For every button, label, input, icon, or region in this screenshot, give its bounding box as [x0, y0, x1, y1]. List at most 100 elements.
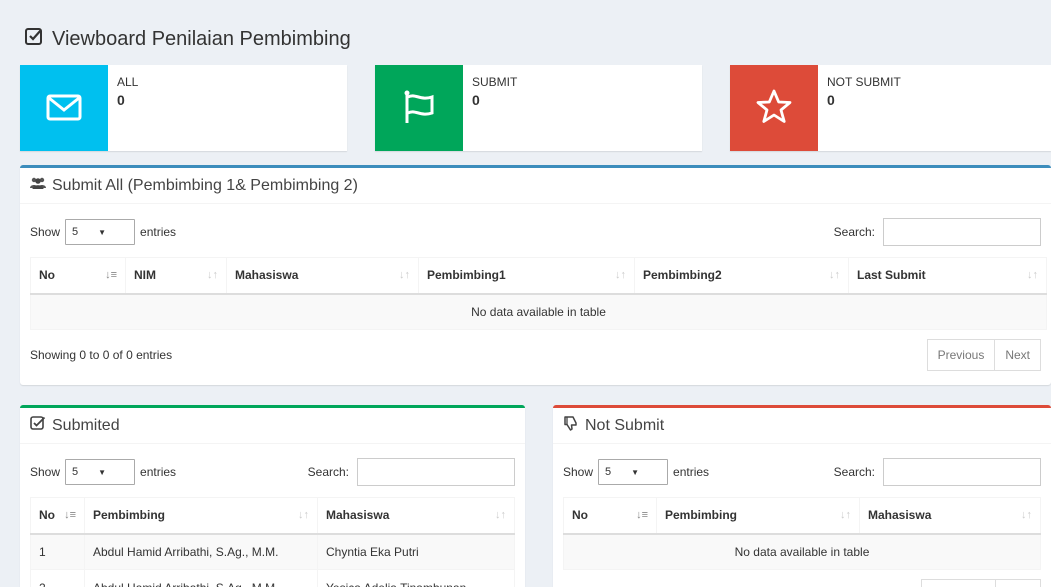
search-control: Search:: [308, 458, 515, 486]
sort-asc-icon: ↓≡: [64, 509, 76, 521]
sort-asc-icon: ↓≡: [105, 269, 117, 281]
column-header-nim[interactable]: NIM ↓↑: [125, 257, 227, 295]
sort-icon: ↓↑: [207, 269, 218, 281]
table-header-row: No ↓≡ Pembimbing ↓↑ Mahasiswa ↓↑: [30, 497, 515, 535]
empty-table-message: No data available in table: [30, 293, 1047, 330]
info-box-label: ALL: [117, 75, 139, 89]
entries-select[interactable]: 5 ▼: [598, 459, 669, 485]
table-header-row: No ↓≡ NIM ↓↑ Mahasiswa ↓↑ Pembimbing1 ↓↑ Pem…: [30, 257, 1047, 295]
info-box-number: 0: [117, 92, 125, 108]
column-header-pembimbing1[interactable]: Pembimbing1 ↓↑: [418, 257, 635, 295]
info-box-not-submit: NOT SUBMIT 0: [730, 65, 1051, 151]
search-label: Search:: [307, 465, 349, 479]
envelope-icon: [44, 87, 84, 130]
previous-button[interactable]: [921, 579, 996, 587]
check-square-icon: [24, 26, 44, 52]
thumbs-down-icon: [563, 415, 579, 436]
search-input[interactable]: [883, 458, 1041, 486]
search-input[interactable]: [357, 458, 515, 486]
table-row: No data available in table: [30, 293, 1047, 330]
table-info: Showing 0 to 0 of 0 entries: [30, 348, 173, 362]
column-header-no[interactable]: No ↓≡: [30, 497, 85, 535]
pagination: Previous Next: [926, 339, 1041, 371]
sort-icon: ↓↑: [495, 509, 506, 521]
table-controls: Show 5 ▼ entries Search:: [30, 218, 1041, 246]
search-input[interactable]: [883, 218, 1041, 246]
search-label: Search:: [833, 465, 875, 479]
column-header-no[interactable]: No ↓≡: [563, 497, 657, 535]
submited-box: Submited Show 5 ▼ entries Search: No ↓≡ P…: [20, 405, 525, 587]
table-footer: Showing 0 to 0 of 0 entries Previous Nex…: [30, 339, 1041, 371]
column-header-no[interactable]: No ↓≡: [30, 257, 126, 295]
table-row: 1 Abdul Hamid Arribathi, S.Ag., M.M. Chy…: [30, 533, 515, 570]
check-square-icon: [30, 415, 46, 436]
column-header-last-submit[interactable]: Last Submit ↓↑: [848, 257, 1047, 295]
next-button[interactable]: Next: [995, 339, 1041, 371]
sort-icon: ↓↑: [615, 269, 626, 281]
table-row: No data available in table: [563, 533, 1041, 570]
previous-button[interactable]: Previous: [926, 339, 996, 371]
not-submit-table: No ↓≡ Pembimbing ↓↑ Mahasiswa ↓↑ No data av…: [563, 497, 1041, 570]
info-box-all: ALL 0: [20, 65, 347, 151]
length-control: Show 5 ▼ entries: [563, 459, 709, 485]
entries-select[interactable]: 5 ▼: [65, 219, 136, 245]
chevron-down-icon: ▼: [98, 467, 107, 477]
entries-label: entries: [140, 225, 177, 239]
sort-icon: ↓↑: [1027, 269, 1038, 281]
entries-select-value: 5: [72, 466, 79, 478]
length-control: Show 5 ▼ entries: [30, 219, 176, 245]
entries-select[interactable]: 5 ▼: [65, 459, 136, 485]
cell-pembimbing: Abdul Hamid Arribathi, S.Ag., M.M.: [84, 569, 318, 587]
column-header-pembimbing[interactable]: Pembimbing ↓↑: [656, 497, 860, 535]
info-box-number: 0: [827, 92, 835, 108]
cell-mahasiswa: Yesica Adelia Tinambunan: [317, 569, 515, 587]
column-header-pembimbing2[interactable]: Pembimbing2 ↓↑: [634, 257, 849, 295]
info-box-label: SUBMIT: [472, 75, 518, 89]
info-box-icon: [375, 65, 463, 151]
length-control: Show 5 ▼ entries: [30, 459, 176, 485]
users-icon: [30, 175, 46, 196]
column-header-pembimbing[interactable]: Pembimbing ↓↑: [84, 497, 318, 535]
show-label: Show: [30, 465, 61, 479]
sort-icon: ↓↑: [840, 509, 851, 521]
table-row: 2 Abdul Hamid Arribathi, S.Ag., M.M. Yes…: [30, 569, 515, 587]
flag-icon: [399, 87, 439, 130]
box-title: Submited: [52, 416, 120, 434]
sort-icon: ↓↑: [1021, 509, 1032, 521]
info-box-submit: SUBMIT 0: [375, 65, 702, 151]
cell-pembimbing: Abdul Hamid Arribathi, S.Ag., M.M.: [84, 533, 318, 570]
table-controls: Show 5 ▼ entries Search:: [30, 458, 515, 486]
entries-select-value: 5: [605, 466, 612, 478]
column-header-mahasiswa[interactable]: Mahasiswa ↓↑: [226, 257, 419, 295]
cell-mahasiswa: Chyntia Eka Putri: [317, 533, 515, 570]
show-label: Show: [30, 225, 61, 239]
page-title: Viewboard Penilaian Pembimbing: [24, 26, 351, 52]
search-control: Search:: [834, 458, 1041, 486]
chevron-down-icon: ▼: [631, 467, 640, 477]
submited-header: Submited: [20, 408, 525, 444]
pagination: [921, 579, 1041, 587]
sort-asc-icon: ↓≡: [636, 509, 648, 521]
box-title: Submit All (Pembimbing 1& Pembimbing 2): [52, 176, 358, 194]
empty-table-message: No data available in table: [563, 533, 1041, 570]
table-controls: Show 5 ▼ entries Search:: [563, 458, 1041, 486]
info-box-number: 0: [472, 92, 480, 108]
submited-table: No ↓≡ Pembimbing ↓↑ Mahasiswa ↓↑ 1 Abdul Ha…: [30, 497, 515, 587]
submit-all-box: Submit All (Pembimbing 1& Pembimbing 2) …: [20, 165, 1051, 385]
submit-all-header: Submit All (Pembimbing 1& Pembimbing 2): [20, 168, 1051, 204]
search-label: Search:: [833, 225, 875, 239]
info-box-icon: [20, 65, 108, 151]
submit-all-table: No ↓≡ NIM ↓↑ Mahasiswa ↓↑ Pembimbing1 ↓↑ Pem…: [30, 257, 1047, 330]
show-label: Show: [563, 465, 594, 479]
entries-label: entries: [673, 465, 710, 479]
column-header-mahasiswa[interactable]: Mahasiswa ↓↑: [317, 497, 515, 535]
not-submit-header: Not Submit: [553, 408, 1051, 444]
table-header-row: No ↓≡ Pembimbing ↓↑ Mahasiswa ↓↑: [563, 497, 1041, 535]
column-header-mahasiswa[interactable]: Mahasiswa ↓↑: [859, 497, 1041, 535]
star-icon: [754, 87, 794, 130]
cell-no: 1: [30, 533, 85, 570]
sort-icon: ↓↑: [298, 509, 309, 521]
next-button[interactable]: [996, 579, 1041, 587]
sort-icon: ↓↑: [829, 269, 840, 281]
chevron-down-icon: ▼: [98, 227, 107, 237]
